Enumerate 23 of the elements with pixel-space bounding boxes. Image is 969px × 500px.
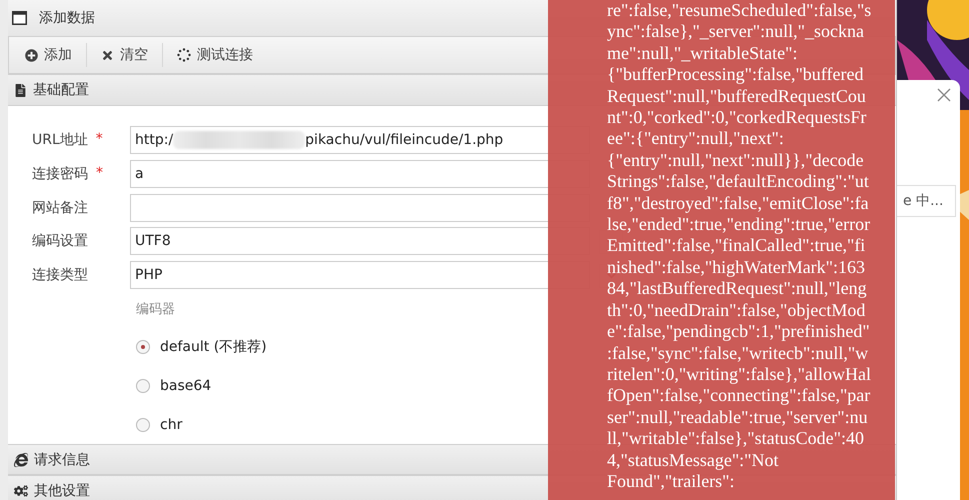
required-mark: * — [96, 164, 103, 183]
radio-option[interactable]: default (不推荐) — [136, 333, 267, 362]
field-label: URL地址 * — [32, 131, 104, 150]
window-title: 添加数据 — [39, 9, 95, 27]
window-icon — [12, 11, 27, 25]
radio-option[interactable]: base64 — [136, 372, 212, 400]
document-icon — [14, 84, 27, 96]
toolbar-button[interactable]: 测试连接 — [169, 42, 261, 68]
required-mark: * — [96, 131, 103, 150]
field-label: 网站备注 — [32, 198, 89, 217]
field-label: 连接类型 — [32, 266, 89, 284]
field-label: 编码设置 — [32, 232, 89, 250]
radio-option[interactable]: chr — [136, 410, 182, 439]
toolbar-button[interactable]: 清空 — [93, 42, 156, 68]
background-field: e 中... — [897, 185, 956, 217]
close-icon[interactable] — [936, 88, 952, 104]
field-label: 连接密码 * — [32, 164, 104, 183]
encoder-label: 编码器 — [136, 301, 175, 318]
spinner-icon — [177, 48, 191, 62]
letter-e-icon — [14, 452, 28, 466]
gears-icon — [14, 484, 28, 498]
close-icon — [101, 48, 114, 62]
toolbar-button[interactable]: 添加 — [17, 42, 80, 68]
